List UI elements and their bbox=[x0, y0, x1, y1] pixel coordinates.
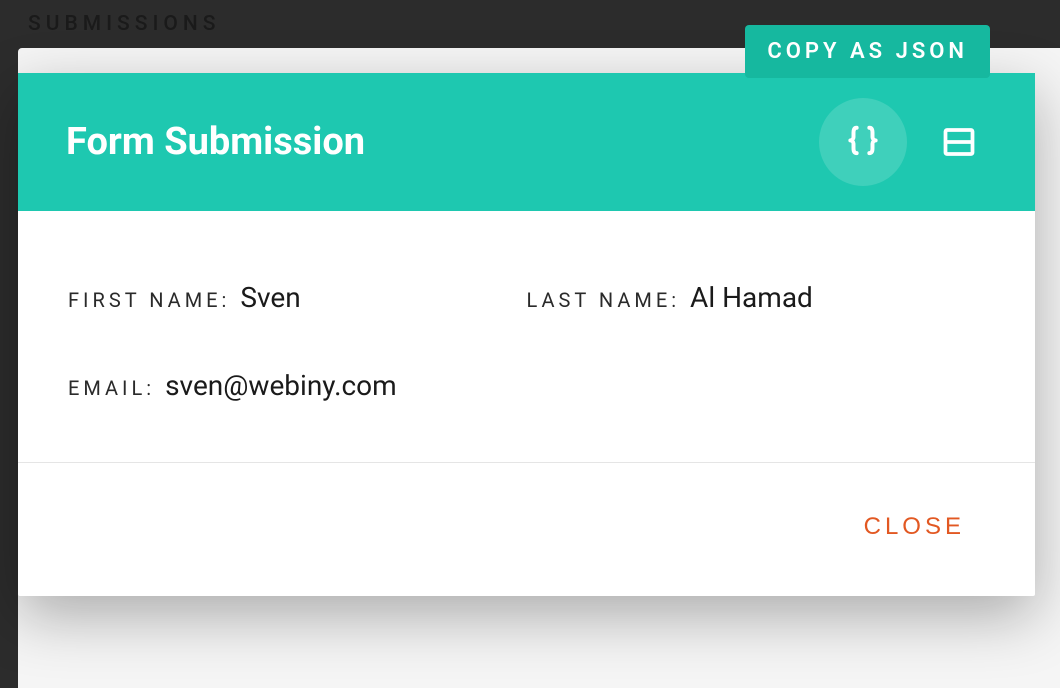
dialog-footer: CLOSE bbox=[18, 463, 1035, 596]
first-name-value: Sven bbox=[240, 281, 300, 314]
field-last-name: LAST NAME: Al Hamad bbox=[527, 281, 986, 314]
last-name-label: LAST NAME: bbox=[527, 288, 681, 312]
dialog-body: FIRST NAME: Sven LAST NAME: Al Hamad EMA… bbox=[18, 211, 1035, 463]
first-name-label: FIRST NAME: bbox=[68, 288, 230, 312]
page-title: SUBMISSIONS bbox=[28, 12, 220, 36]
close-button[interactable]: CLOSE bbox=[864, 513, 965, 541]
braces-icon bbox=[844, 123, 882, 161]
table-view-button[interactable] bbox=[931, 114, 987, 170]
form-submission-dialog: Form Submission FIRST NAME: Sven LAST NA bbox=[18, 73, 1035, 596]
copy-json-tooltip: COPY AS JSON bbox=[745, 25, 990, 78]
last-name-value: Al Hamad bbox=[690, 281, 813, 314]
email-value: sven@webiny.com bbox=[165, 369, 397, 402]
email-label: EMAIL: bbox=[68, 376, 155, 400]
rows-icon bbox=[941, 124, 977, 160]
header-actions bbox=[819, 98, 987, 186]
field-email: EMAIL: sven@webiny.com bbox=[68, 369, 985, 402]
dialog-header: Form Submission bbox=[18, 73, 1035, 211]
dialog-title: Form Submission bbox=[66, 120, 365, 164]
json-view-button[interactable] bbox=[819, 98, 907, 186]
field-first-name: FIRST NAME: Sven bbox=[68, 281, 527, 314]
